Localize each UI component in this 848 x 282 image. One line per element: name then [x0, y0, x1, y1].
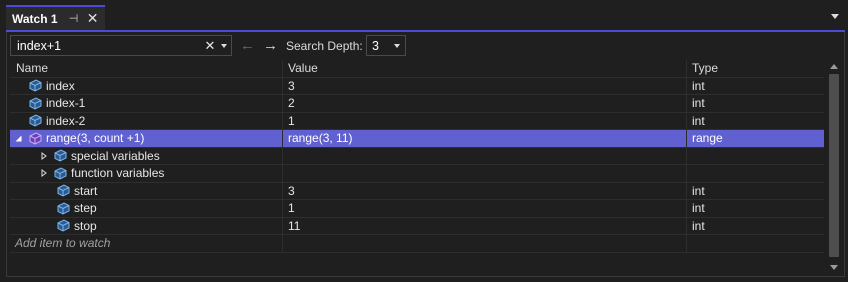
tab-watch-1[interactable]: Watch 1 ⊣ ✕ — [6, 5, 105, 30]
watch-item-value[interactable]: 1 — [283, 112, 687, 129]
cube-icon — [28, 97, 43, 110]
search-depth-label: Search Depth: — [286, 39, 363, 53]
watch-panel: index+1 ✕ ← → Search Depth: 3 Name Value… — [6, 32, 845, 277]
table-row[interactable]: index-1 2 int — [10, 95, 824, 113]
watch-item-name: range(3, count +1) — [46, 131, 145, 146]
table-row[interactable]: special variables — [10, 147, 824, 165]
cube-icon — [56, 184, 71, 197]
table-row[interactable]: stop 11 int — [10, 217, 824, 235]
watch-item-name: stop — [74, 218, 97, 233]
watch-item-type: int — [692, 78, 705, 93]
pin-icon[interactable]: ⊣ — [68, 12, 80, 25]
table-row[interactable]: step 1 int — [10, 200, 824, 218]
add-item-to-watch[interactable]: Add item to watch — [10, 235, 283, 252]
arrow-left-icon[interactable]: ← — [240, 37, 255, 54]
watch-item-type: int — [692, 201, 705, 216]
arrow-right-icon[interactable]: → — [263, 37, 278, 54]
watch-grid: Name Value Type index 3 int index-1 2 in… — [10, 60, 824, 274]
watch-item-type: int — [692, 183, 705, 198]
watch-item-name: index — [46, 78, 75, 93]
tab-title: Watch 1 — [12, 11, 58, 26]
watch-item-value[interactable]: 11 — [283, 217, 687, 234]
scroll-down-icon[interactable] — [830, 265, 838, 270]
watch-item-name: index-1 — [46, 96, 86, 111]
add-item-row[interactable]: Add item to watch — [10, 235, 824, 253]
watch-item-name: step — [74, 201, 97, 216]
watch-item-type: range — [692, 131, 723, 146]
watch-expression-value[interactable]: index+1 — [11, 39, 203, 53]
watch-item-type — [687, 165, 824, 182]
triangle-down-icon[interactable] — [13, 135, 23, 142]
watch-item-name: index-2 — [46, 113, 86, 128]
cube-icon — [56, 202, 71, 215]
tab-strip: Watch 1 ⊣ ✕ — [0, 0, 848, 31]
watch-item-value[interactable] — [283, 165, 687, 182]
watch-item-type: int — [692, 113, 705, 128]
cube-icon — [53, 149, 68, 162]
table-row[interactable]: index-2 1 int — [10, 112, 824, 130]
clear-icon[interactable]: ✕ — [203, 38, 217, 54]
vertical-scrollbar[interactable] — [825, 60, 843, 274]
search-depth-value: 3 — [372, 38, 379, 53]
column-header-value[interactable]: Value — [283, 60, 687, 77]
cube-icon — [56, 219, 71, 232]
column-header-type[interactable]: Type — [687, 60, 824, 77]
cube-icon — [53, 167, 68, 180]
search-depth-select[interactable]: 3 — [366, 35, 406, 56]
triangle-right-icon[interactable] — [39, 151, 49, 160]
watch-item-type: int — [692, 96, 705, 111]
cube-icon — [28, 114, 43, 127]
watch-item-type: int — [692, 218, 705, 233]
watch-item-value[interactable]: 1 — [283, 200, 687, 217]
cube-icon — [28, 132, 43, 145]
watch-item-value[interactable]: 3 — [283, 182, 687, 199]
column-header-name[interactable]: Name — [10, 60, 283, 77]
chevron-down-icon — [221, 43, 227, 48]
watch-item-type — [687, 148, 824, 165]
history-dropdown-button[interactable] — [217, 43, 231, 48]
watch-item-value[interactable]: range(3, 11) — [283, 130, 687, 147]
triangle-right-icon[interactable] — [39, 169, 49, 178]
scrollbar-thumb[interactable] — [829, 74, 839, 257]
grid-header: Name Value Type — [10, 60, 824, 78]
watch-item-value[interactable]: 2 — [283, 95, 687, 112]
tab-menu-dropdown-icon[interactable] — [831, 14, 839, 19]
watch-item-value[interactable] — [283, 147, 687, 164]
scroll-up-icon[interactable] — [830, 64, 838, 69]
close-icon[interactable]: ✕ — [86, 10, 100, 27]
table-row[interactable]: start 3 int — [10, 182, 824, 200]
watch-item-name: special variables — [71, 148, 160, 163]
table-row[interactable]: function variables — [10, 165, 824, 183]
watch-item-name: function variables — [71, 166, 165, 181]
watch-expression-input[interactable]: index+1 ✕ — [10, 35, 232, 56]
table-row-selected[interactable]: range(3, count +1) range(3, 11) range — [10, 130, 824, 148]
watch-item-name: start — [74, 183, 98, 198]
cube-icon — [28, 79, 43, 92]
watch-item-value[interactable]: 3 — [283, 77, 687, 94]
chevron-down-icon — [394, 43, 400, 48]
table-row[interactable]: index 3 int — [10, 77, 824, 95]
